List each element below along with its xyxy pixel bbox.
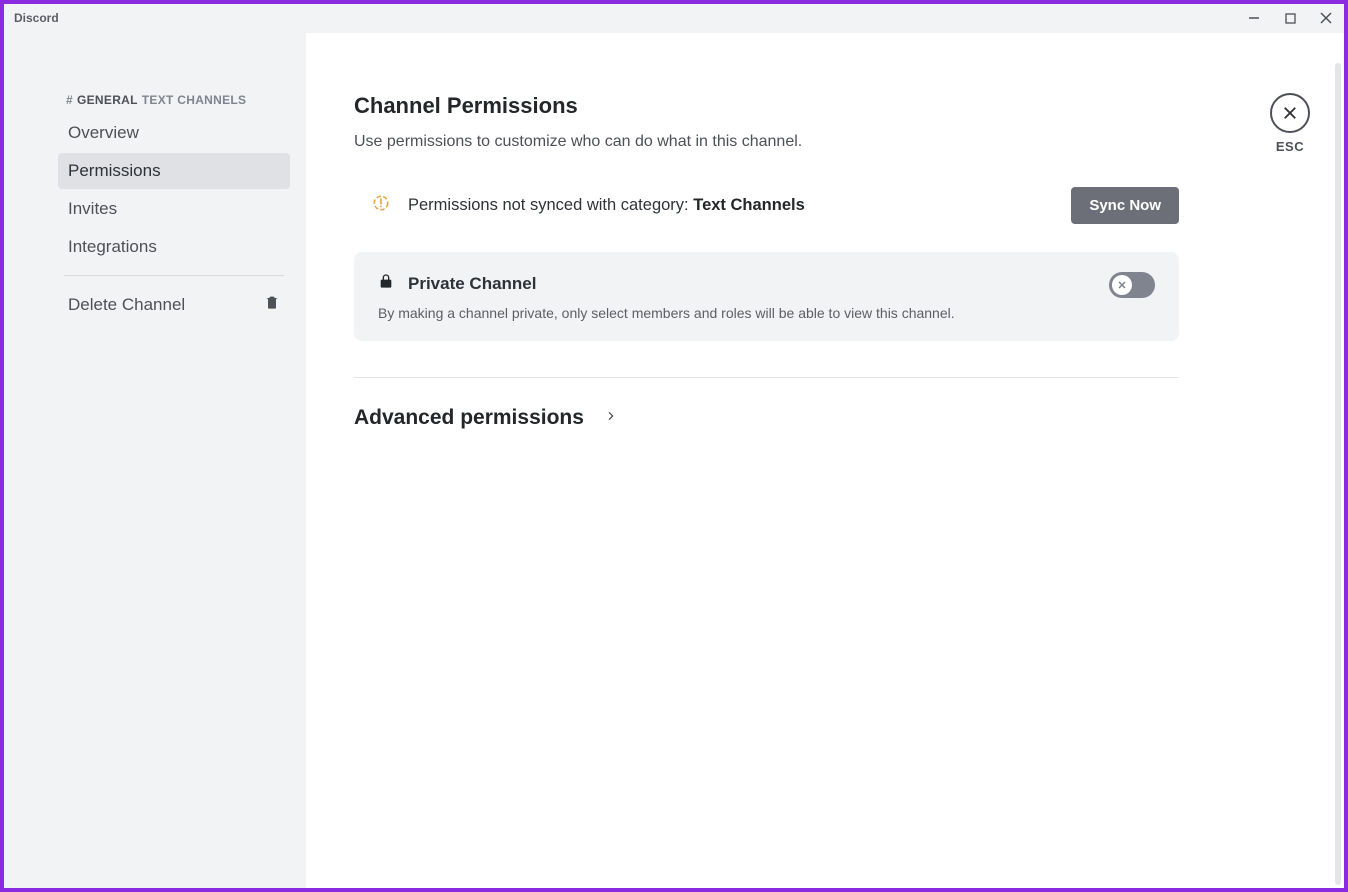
- sync-now-button[interactable]: Sync Now: [1071, 187, 1179, 224]
- lock-icon: [378, 272, 394, 295]
- sidebar-separator: [64, 275, 284, 276]
- sync-text: Permissions not synced with category: Te…: [408, 196, 805, 215]
- sidebar-item-overview[interactable]: Overview: [58, 115, 290, 151]
- sidebar-header-suffix: TEXT CHANNELS: [142, 93, 247, 107]
- private-channel-card: Private Channel By making a channel priv…: [354, 252, 1179, 341]
- scrollbar[interactable]: [1335, 63, 1341, 885]
- close-label: ESC: [1276, 139, 1304, 154]
- close-icon: [1320, 12, 1332, 24]
- private-channel-title: Private Channel: [408, 274, 537, 294]
- close-circle: [1270, 93, 1310, 133]
- sidebar-item-invites[interactable]: Invites: [58, 191, 290, 227]
- window-controls: [1242, 8, 1338, 28]
- sync-message: Permissions not synced with category: Te…: [372, 194, 805, 217]
- minimize-icon: [1248, 12, 1260, 24]
- sidebar-item-permissions[interactable]: Permissions: [58, 153, 290, 189]
- page-subtitle: Use permissions to customize who can do …: [354, 133, 1296, 151]
- maximize-icon: [1285, 13, 1296, 24]
- section-divider: [354, 377, 1179, 378]
- x-icon: [1281, 104, 1299, 122]
- settings-sidebar: # GENERAL TEXT CHANNELS Overview Permiss…: [4, 33, 306, 888]
- sync-category: Text Channels: [693, 196, 805, 214]
- close-window-button[interactable]: [1314, 8, 1338, 28]
- sidebar-channel-name: GENERAL: [77, 93, 138, 107]
- hash-icon: #: [66, 93, 73, 107]
- private-channel-desc: By making a channel private, only select…: [378, 305, 955, 321]
- titlebar: Discord: [4, 4, 1344, 32]
- sidebar-item-integrations[interactable]: Integrations: [58, 229, 290, 265]
- close-settings-button[interactable]: ESC: [1270, 93, 1310, 154]
- warning-icon: [372, 194, 390, 217]
- private-channel-info: Private Channel By making a channel priv…: [378, 272, 955, 321]
- advanced-permissions-button[interactable]: Advanced permissions: [354, 406, 1296, 430]
- chevron-right-icon: [606, 408, 616, 429]
- private-title-row: Private Channel: [378, 272, 955, 295]
- app-window: Discord # GENERAL TEXT CHANNELS Overview…: [4, 4, 1344, 888]
- toggle-knob: [1112, 275, 1132, 295]
- sync-text-prefix: Permissions not synced with category:: [408, 196, 693, 214]
- content-area: # GENERAL TEXT CHANNELS Overview Permiss…: [4, 32, 1344, 888]
- app-title: Discord: [14, 11, 59, 25]
- toggle-off-icon: [1116, 279, 1128, 291]
- delete-channel-label: Delete Channel: [68, 295, 185, 315]
- sidebar-header: # GENERAL TEXT CHANNELS: [58, 93, 290, 115]
- maximize-button[interactable]: [1278, 8, 1302, 28]
- main-panel: ESC Channel Permissions Use permissions …: [306, 33, 1344, 888]
- sidebar-item-delete-channel[interactable]: Delete Channel: [58, 286, 290, 323]
- sync-row: Permissions not synced with category: Te…: [354, 187, 1179, 252]
- page-title: Channel Permissions: [354, 93, 1296, 119]
- advanced-permissions-label: Advanced permissions: [354, 406, 584, 430]
- minimize-button[interactable]: [1242, 8, 1266, 28]
- private-channel-toggle[interactable]: [1109, 272, 1155, 298]
- trash-icon: [264, 294, 280, 315]
